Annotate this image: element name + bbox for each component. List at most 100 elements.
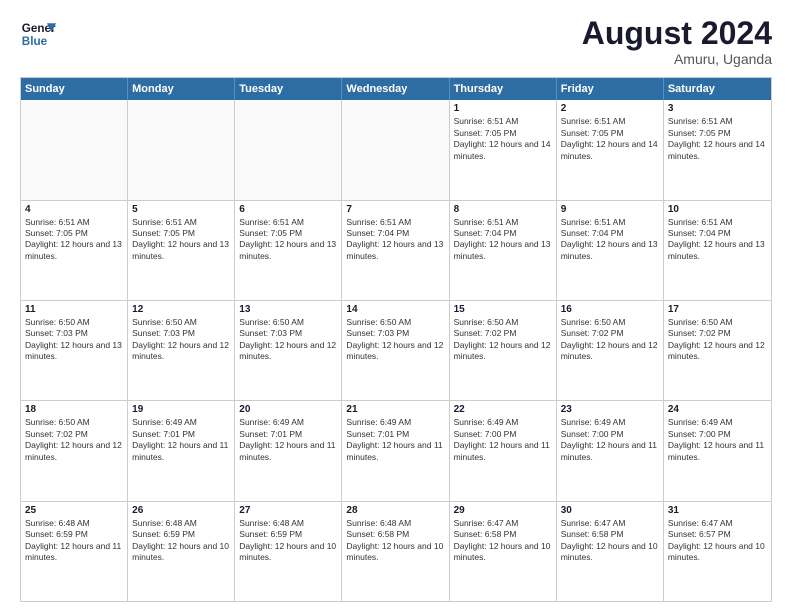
header-day-thursday: Thursday xyxy=(450,78,557,100)
day-cell-8: 8 Sunrise: 6:51 AM Sunset: 7:04 PM Daylig… xyxy=(450,201,557,300)
day-number: 11 xyxy=(25,304,123,315)
cell-info: Sunrise: 6:48 AM Sunset: 6:59 PM Dayligh… xyxy=(25,518,123,564)
empty-cell xyxy=(342,100,449,199)
day-number: 21 xyxy=(346,404,444,415)
cell-info: Sunrise: 6:51 AM Sunset: 7:05 PM Dayligh… xyxy=(239,217,337,263)
day-number: 20 xyxy=(239,404,337,415)
cell-info: Sunrise: 6:47 AM Sunset: 6:58 PM Dayligh… xyxy=(454,518,552,564)
cell-info: Sunrise: 6:51 AM Sunset: 7:05 PM Dayligh… xyxy=(561,116,659,162)
day-cell-14: 14 Sunrise: 6:50 AM Sunset: 7:03 PM Dayli… xyxy=(342,301,449,400)
cell-info: Sunrise: 6:49 AM Sunset: 7:01 PM Dayligh… xyxy=(346,417,444,463)
cell-info: Sunrise: 6:51 AM Sunset: 7:05 PM Dayligh… xyxy=(132,217,230,263)
day-number: 19 xyxy=(132,404,230,415)
cell-info: Sunrise: 6:49 AM Sunset: 7:00 PM Dayligh… xyxy=(454,417,552,463)
calendar-body: 1 Sunrise: 6:51 AM Sunset: 7:05 PM Daylig… xyxy=(21,100,771,601)
day-cell-11: 11 Sunrise: 6:50 AM Sunset: 7:03 PM Dayli… xyxy=(21,301,128,400)
cell-info: Sunrise: 6:49 AM Sunset: 7:00 PM Dayligh… xyxy=(668,417,767,463)
header: General Blue August 2024 Amuru, Uganda xyxy=(20,16,772,67)
day-cell-6: 6 Sunrise: 6:51 AM Sunset: 7:05 PM Daylig… xyxy=(235,201,342,300)
cell-info: Sunrise: 6:50 AM Sunset: 7:02 PM Dayligh… xyxy=(25,417,123,463)
day-number: 15 xyxy=(454,304,552,315)
day-number: 10 xyxy=(668,204,767,215)
header-day-wednesday: Wednesday xyxy=(342,78,449,100)
cell-info: Sunrise: 6:49 AM Sunset: 7:01 PM Dayligh… xyxy=(132,417,230,463)
day-number: 5 xyxy=(132,204,230,215)
cell-info: Sunrise: 6:47 AM Sunset: 6:58 PM Dayligh… xyxy=(561,518,659,564)
day-number: 1 xyxy=(454,103,552,114)
day-number: 7 xyxy=(346,204,444,215)
cell-info: Sunrise: 6:51 AM Sunset: 7:04 PM Dayligh… xyxy=(346,217,444,263)
cell-info: Sunrise: 6:51 AM Sunset: 7:05 PM Dayligh… xyxy=(25,217,123,263)
title-block: August 2024 Amuru, Uganda xyxy=(582,16,772,67)
day-cell-26: 26 Sunrise: 6:48 AM Sunset: 6:59 PM Dayli… xyxy=(128,502,235,601)
logo: General Blue xyxy=(20,16,56,52)
day-cell-1: 1 Sunrise: 6:51 AM Sunset: 7:05 PM Daylig… xyxy=(450,100,557,199)
day-number: 24 xyxy=(668,404,767,415)
day-cell-2: 2 Sunrise: 6:51 AM Sunset: 7:05 PM Daylig… xyxy=(557,100,664,199)
svg-text:Blue: Blue xyxy=(22,35,48,48)
day-cell-16: 16 Sunrise: 6:50 AM Sunset: 7:02 PM Dayli… xyxy=(557,301,664,400)
day-cell-28: 28Sunrise: 6:48 AM Sunset: 6:58 PM Dayli… xyxy=(342,502,449,601)
cell-info: Sunrise: 6:48 AM Sunset: 6:59 PM Dayligh… xyxy=(239,518,337,564)
day-cell-18: 18Sunrise: 6:50 AM Sunset: 7:02 PM Dayli… xyxy=(21,401,128,500)
day-cell-31: 31Sunrise: 6:47 AM Sunset: 6:57 PM Dayli… xyxy=(664,502,771,601)
page: General Blue August 2024 Amuru, Uganda S… xyxy=(0,0,792,612)
empty-cell xyxy=(21,100,128,199)
day-cell-30: 30 Sunrise: 6:47 AM Sunset: 6:58 PM Dayli… xyxy=(557,502,664,601)
cell-info: Sunrise: 6:51 AM Sunset: 7:04 PM Dayligh… xyxy=(561,217,659,263)
cell-info: Sunrise: 6:51 AM Sunset: 7:05 PM Dayligh… xyxy=(454,116,552,162)
day-cell-9: 9 Sunrise: 6:51 AM Sunset: 7:04 PM Daylig… xyxy=(557,201,664,300)
cell-info: Sunrise: 6:50 AM Sunset: 7:03 PM Dayligh… xyxy=(25,317,123,363)
subtitle: Amuru, Uganda xyxy=(582,51,772,67)
day-cell-15: 15Sunrise: 6:50 AM Sunset: 7:02 PM Dayli… xyxy=(450,301,557,400)
day-cell-17: 17 Sunrise: 6:50 AM Sunset: 7:02 PM Dayli… xyxy=(664,301,771,400)
day-number: 6 xyxy=(239,204,337,215)
cell-info: Sunrise: 6:50 AM Sunset: 7:02 PM Dayligh… xyxy=(561,317,659,363)
calendar-row-5: 25 Sunrise: 6:48 AM Sunset: 6:59 PM Dayli… xyxy=(21,501,771,601)
logo-icon: General Blue xyxy=(20,16,56,52)
header-day-sunday: Sunday xyxy=(21,78,128,100)
main-title: August 2024 xyxy=(582,16,772,51)
day-number: 26 xyxy=(132,505,230,516)
header-day-saturday: Saturday xyxy=(664,78,771,100)
day-number: 17 xyxy=(668,304,767,315)
empty-cell xyxy=(235,100,342,199)
cell-info: Sunrise: 6:51 AM Sunset: 7:04 PM Dayligh… xyxy=(454,217,552,263)
day-number: 3 xyxy=(668,103,767,114)
calendar-row-2: 4 Sunrise: 6:51 AM Sunset: 7:05 PM Daylig… xyxy=(21,200,771,300)
day-cell-13: 13 Sunrise: 6:50 AM Sunset: 7:03 PM Dayli… xyxy=(235,301,342,400)
calendar: SundayMondayTuesdayWednesdayThursdayFrid… xyxy=(20,77,772,602)
day-number: 9 xyxy=(561,204,659,215)
day-number: 13 xyxy=(239,304,337,315)
day-cell-21: 21 Sunrise: 6:49 AM Sunset: 7:01 PM Dayli… xyxy=(342,401,449,500)
day-number: 8 xyxy=(454,204,552,215)
day-cell-23: 23Sunrise: 6:49 AM Sunset: 7:00 PM Dayli… xyxy=(557,401,664,500)
day-cell-20: 20 Sunrise: 6:49 AM Sunset: 7:01 PM Dayli… xyxy=(235,401,342,500)
cell-info: Sunrise: 6:49 AM Sunset: 7:01 PM Dayligh… xyxy=(239,417,337,463)
day-cell-4: 4 Sunrise: 6:51 AM Sunset: 7:05 PM Daylig… xyxy=(21,201,128,300)
day-number: 14 xyxy=(346,304,444,315)
calendar-header: SundayMondayTuesdayWednesdayThursdayFrid… xyxy=(21,78,771,100)
day-cell-5: 5 Sunrise: 6:51 AM Sunset: 7:05 PM Daylig… xyxy=(128,201,235,300)
day-cell-7: 7 Sunrise: 6:51 AM Sunset: 7:04 PM Daylig… xyxy=(342,201,449,300)
cell-info: Sunrise: 6:48 AM Sunset: 6:59 PM Dayligh… xyxy=(132,518,230,564)
day-cell-12: 12Sunrise: 6:50 AM Sunset: 7:03 PM Dayli… xyxy=(128,301,235,400)
header-day-friday: Friday xyxy=(557,78,664,100)
day-number: 2 xyxy=(561,103,659,114)
cell-info: Sunrise: 6:50 AM Sunset: 7:02 PM Dayligh… xyxy=(668,317,767,363)
day-number: 23 xyxy=(561,404,659,415)
day-number: 30 xyxy=(561,505,659,516)
day-number: 16 xyxy=(561,304,659,315)
calendar-row-3: 11 Sunrise: 6:50 AM Sunset: 7:03 PM Dayli… xyxy=(21,300,771,400)
cell-info: Sunrise: 6:50 AM Sunset: 7:03 PM Dayligh… xyxy=(239,317,337,363)
cell-info: Sunrise: 6:50 AM Sunset: 7:03 PM Dayligh… xyxy=(346,317,444,363)
calendar-row-4: 18Sunrise: 6:50 AM Sunset: 7:02 PM Dayli… xyxy=(21,400,771,500)
calendar-row-1: 1 Sunrise: 6:51 AM Sunset: 7:05 PM Daylig… xyxy=(21,100,771,199)
day-number: 4 xyxy=(25,204,123,215)
day-cell-19: 19 Sunrise: 6:49 AM Sunset: 7:01 PM Dayli… xyxy=(128,401,235,500)
cell-info: Sunrise: 6:51 AM Sunset: 7:05 PM Dayligh… xyxy=(668,116,767,162)
empty-cell xyxy=(128,100,235,199)
day-number: 31 xyxy=(668,505,767,516)
header-day-monday: Monday xyxy=(128,78,235,100)
day-number: 25 xyxy=(25,505,123,516)
